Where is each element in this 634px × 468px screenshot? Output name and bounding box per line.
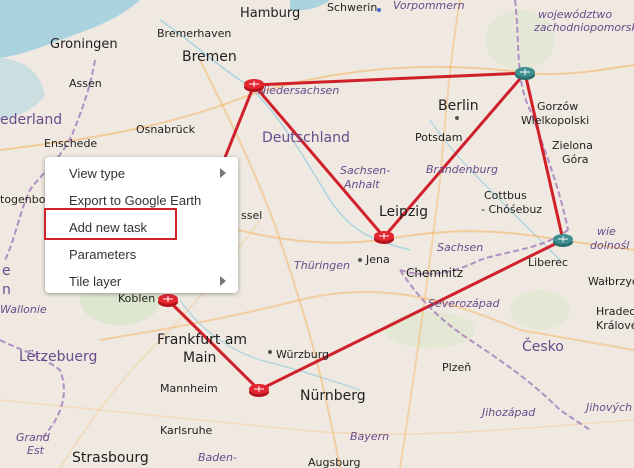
map-label-liberec: Liberec: [528, 256, 569, 269]
map-label-letzebuerg: Lëtzebuerg: [19, 349, 98, 365]
router-icon[interactable]: [243, 77, 265, 93]
map-label-doln2: dolnośl: [590, 239, 630, 252]
map-label-assen: Assen: [69, 77, 102, 90]
map-label-hradec1: Hradec: [596, 305, 634, 318]
map-label-bremerhaven: Bremerhaven: [157, 27, 232, 40]
map-label-woj1: województwo: [538, 8, 613, 21]
map-label-togenbo: togenbo: [0, 193, 46, 206]
map-label-grandest2: Est: [27, 444, 44, 457]
map-label-jihovych: Jihových: [586, 401, 633, 414]
map-label-niedersachsen: Niedersachsen: [258, 84, 340, 97]
map-label-jihozapad: Jihozápad: [482, 406, 536, 419]
map-label-enschede: Enschede: [44, 137, 98, 150]
map-label-edge-n: n: [2, 282, 11, 298]
menu-item-parameters[interactable]: Parameters: [45, 240, 238, 267]
map-label-bremen: Bremen: [182, 49, 237, 65]
map-label-karlsruhe: Karlsruhe: [160, 424, 213, 437]
map-label-plzen: Plzeň: [442, 361, 472, 374]
map-label-cottbus1: Cottbus: [484, 189, 527, 202]
map-label-zielona1: Zielona: [552, 139, 593, 152]
city-dot-icon: [268, 350, 272, 354]
map-label-grandest1: Grand: [16, 431, 50, 444]
map-label-hradec2: Králové: [596, 319, 634, 332]
menu-item-label: Export to Google Earth: [69, 193, 202, 208]
map-label-ssel: ssel: [241, 209, 263, 222]
city-dot-icon: [358, 258, 362, 262]
map-label-nurnberg: Nürnberg: [300, 388, 366, 404]
map-label-thuringen: Thüringen: [294, 259, 350, 272]
map-label-wurzburg: Würzburg: [276, 348, 330, 361]
map-label-nederland: ederland: [0, 112, 63, 128]
map-label-cottbus2: - Chóśebuz: [481, 203, 543, 216]
submenu-arrow-icon: [220, 168, 226, 178]
map-label-woj2: zachodniopomorskie: [534, 21, 634, 34]
map-label-severozapad: Severozápad: [428, 297, 500, 310]
map-label-koblenz: Koblen: [118, 292, 156, 305]
map-label-augsburg: Augsburg: [308, 456, 361, 468]
menu-item-label: Parameters: [69, 247, 137, 262]
menu-item-tile-layer[interactable]: Tile layer: [45, 267, 238, 294]
map-label-berlin: Berlin: [438, 98, 479, 114]
map-label-frankfurt2: Main: [183, 350, 217, 366]
map-label-hamburg: Hamburg: [240, 6, 301, 21]
map-label-wallonie: Wallonie: [0, 303, 47, 316]
menu-item-view-type[interactable]: View type: [45, 159, 238, 186]
link-line: [222, 83, 256, 162]
map-label-osnabruck: Osnabrück: [136, 123, 195, 136]
map-label-mannheim: Mannheim: [160, 382, 218, 395]
router-icon[interactable]: [248, 382, 270, 398]
map-label-leipzig: Leipzig: [379, 204, 429, 220]
map-label-schwerin: Schwerin: [327, 1, 378, 14]
map-label-cesko: Česko: [522, 339, 564, 355]
map-label-strasbourg: Strasbourg: [72, 450, 149, 466]
map-label-sachsen-anhalt2: Anhalt: [344, 178, 380, 191]
map-label-edge-e: e: [2, 263, 11, 279]
menu-item-label: View type: [69, 166, 126, 181]
map-view[interactable]: Hamburg Schwerin Vorpommern województwo …: [0, 0, 634, 468]
map-label-walbrzych: Wałbrzyc: [588, 275, 634, 288]
switch-icon[interactable]: [514, 65, 536, 81]
map-label-jena: Jena: [366, 253, 390, 266]
map-label-deutschland: Deutschland: [262, 130, 350, 146]
map-label-zielona2: Góra: [562, 153, 589, 166]
menu-item-label: Tile layer: [69, 274, 122, 289]
capital-marker-icon: [377, 8, 381, 12]
map-label-sachsen: Sachsen: [437, 241, 484, 254]
highlight-box: [44, 208, 177, 240]
map-label-doln1: wie: [597, 225, 616, 238]
map-label-bayern: Bayern: [350, 430, 390, 443]
map-label-gorzow2: Wielkopolski: [521, 114, 590, 127]
link-line: [252, 83, 386, 239]
map-label-vorpommern: Vorpommern: [393, 0, 465, 12]
city-dot-icon: [455, 116, 459, 120]
map-label-groningen: Groningen: [50, 37, 118, 52]
map-label-sachsen-anhalt1: Sachsen-: [340, 164, 391, 177]
switch-icon[interactable]: [552, 232, 574, 248]
map-label-potsdam: Potsdam: [415, 131, 463, 144]
router-icon[interactable]: [373, 229, 395, 245]
submenu-arrow-icon: [220, 276, 226, 286]
map-label-frankfurt1: Frankfurt am: [157, 332, 248, 348]
map-label-brandenburg: Brandenburg: [426, 163, 498, 176]
map-label-baden: Baden-: [198, 451, 237, 464]
map-label-gorzow1: Gorzów: [537, 100, 579, 113]
router-icon[interactable]: [157, 292, 179, 308]
map-label-chemnitz: Chemnitz: [406, 266, 463, 280]
